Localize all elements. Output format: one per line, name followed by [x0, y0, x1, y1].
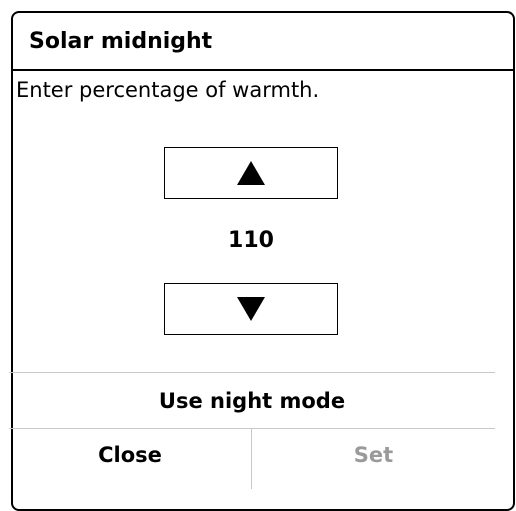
- increase-button[interactable]: [164, 147, 338, 199]
- dialog-prompt: Enter percentage of warmth.: [16, 78, 320, 102]
- down-triangle-icon: [237, 297, 265, 321]
- warmth-value: 110: [228, 228, 274, 253]
- dialog-title-bar: Solar midnight: [13, 13, 513, 71]
- dialog-title: Solar midnight: [29, 28, 213, 54]
- use-night-mode-button[interactable]: Use night mode: [9, 373, 495, 428]
- close-button[interactable]: Close: [9, 429, 251, 481]
- set-button[interactable]: Set: [252, 429, 495, 481]
- up-triangle-icon: [237, 161, 265, 185]
- decrease-button[interactable]: [164, 283, 338, 335]
